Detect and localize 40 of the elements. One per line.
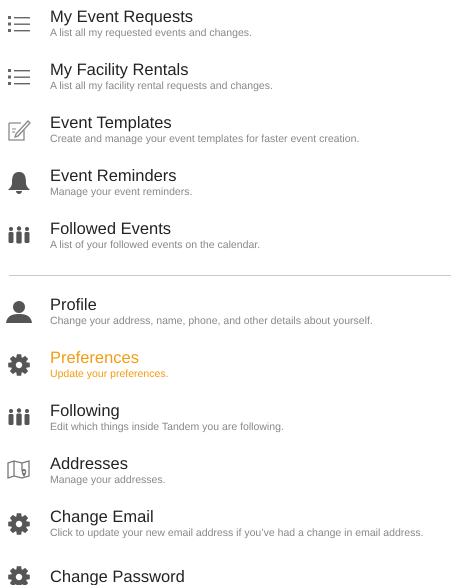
item-description: Create and manage your event templates for faster event creation. xyxy=(50,133,360,146)
gear-icon xyxy=(7,352,31,376)
item-description: Change your address, name, phone, and other details about yourself. xyxy=(50,315,373,328)
item-title: Profile xyxy=(50,295,98,315)
item-description: Manage your addresses. xyxy=(50,474,166,487)
bell-icon xyxy=(7,170,31,194)
menu-item[interactable]: Profile Change your address, name, phone, and other details about yourself. xyxy=(0,290,451,343)
item-description: Click to update your new email address if you’ve had a change in email address. xyxy=(50,527,424,540)
item-description: Manage your event reminders. xyxy=(50,186,192,199)
menu-item[interactable]: Addresses Manage your addresses. xyxy=(0,449,451,502)
item-title: Addresses xyxy=(50,454,129,474)
menu-item[interactable]: My Event Requests A list all my requested events and changes. xyxy=(0,2,451,55)
menu-item[interactable]: Event Templates Create and manage your event templates for faster event creation. xyxy=(0,108,451,161)
item-title: Preferences xyxy=(50,348,140,368)
list-icon xyxy=(8,68,30,86)
item-description: A list of your followed events on the calendar. xyxy=(50,239,260,252)
menu-item[interactable]: Following Edit which things inside Tandem you are following. xyxy=(0,396,451,449)
gear-icon xyxy=(7,512,31,536)
menu-item[interactable]: Followed Events A list of your followed events on the calendar. xyxy=(0,214,451,267)
list-icon xyxy=(8,14,30,32)
item-description: Update your preferences. xyxy=(50,368,168,381)
edit-icon xyxy=(7,118,31,142)
menu-item[interactable]: Event Reminders Manage your event reminders. xyxy=(0,161,451,214)
menu-item[interactable]: My Facility Rentals A list all my facility rental requests and changes. xyxy=(0,55,451,108)
menu-item[interactable]: Change Email Click to update your new email address if you’ve had a change in email address. xyxy=(0,502,451,555)
item-title: Change Password xyxy=(50,566,185,585)
item-title: Followed Events xyxy=(50,219,172,239)
menu-item[interactable]: Change Password xyxy=(0,555,451,585)
item-description: A list all my facility rental requests and changes. xyxy=(50,80,273,93)
person-icon xyxy=(6,300,32,324)
item-title: My Facility Rentals xyxy=(50,60,190,80)
people-icon xyxy=(7,226,31,246)
item-description: Edit which things inside Tandem you are following. xyxy=(50,421,284,434)
item-title: Event Templates xyxy=(50,113,173,133)
item-title: Following xyxy=(50,401,121,421)
item-title: Change Email xyxy=(50,507,155,527)
item-description: A list all my requested events and changes. xyxy=(50,27,252,40)
item-title: Event Reminders xyxy=(50,166,178,186)
item-title: My Event Requests xyxy=(50,7,194,27)
people-icon xyxy=(7,408,31,428)
